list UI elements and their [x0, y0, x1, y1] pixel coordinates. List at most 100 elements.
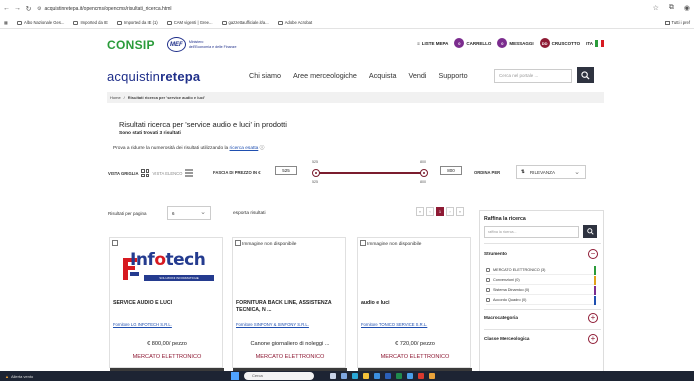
product-image[interactable]: Immagine non disponibile [235, 240, 345, 292]
dashboard-link[interactable]: DD CRUSCOTTO [539, 38, 580, 48]
address-bar[interactable]: ⚙ acquistinretepa.it/opencms/opencms/ris… [37, 6, 171, 12]
star-icon[interactable]: ☆ [653, 4, 659, 12]
refine-search-button[interactable] [583, 225, 597, 238]
grid-view-icon[interactable] [141, 169, 150, 177]
messages-link[interactable]: 0 MESSAGGI [497, 38, 534, 48]
slider-min-bottom: 525 [312, 180, 318, 184]
sort-direction-icon[interactable]: ⇅ [521, 169, 525, 175]
bookmark-item[interactable]: Adobe Acrobat [277, 20, 312, 25]
nav-aree-merceologiche[interactable]: Aree merceologiche [293, 71, 357, 80]
last-page-button[interactable]: » [456, 207, 464, 216]
breadcrumb-home[interactable]: Home [110, 95, 121, 100]
filter-sistema-dinamico[interactable]: Sistema Dinamico (0) [486, 286, 596, 295]
filter-mercato-elettronico[interactable]: MERCATO ELETTRONICO (3) [486, 266, 596, 275]
filter-accordo-quadro[interactable]: Accordo Quadro (0) [486, 296, 596, 305]
chrome-icon[interactable] [429, 373, 435, 379]
expand-icon[interactable]: + [588, 313, 598, 323]
consip-logo[interactable]: CONSIP [107, 38, 155, 52]
price-min-input[interactable]: 525 [275, 166, 297, 175]
price-max-input[interactable]: 800 [440, 166, 462, 175]
portal-search-input[interactable]: Cerca nel portale ... [494, 69, 572, 83]
liste-mepa-link[interactable]: ≡ LISTE MEPA [417, 41, 448, 46]
price-slider-min-handle[interactable] [312, 169, 320, 177]
acquistinretepa-logo[interactable]: acquistinretepa [107, 69, 200, 84]
list-view-icon[interactable] [185, 169, 194, 177]
export-results-link[interactable]: esporta risultati [233, 211, 266, 216]
per-page-select[interactable]: 6 ⌄ [167, 206, 211, 220]
product-title[interactable]: SERVICE AUDIO E LUCI [113, 300, 221, 307]
mef-logo[interactable]: MEF Ministero dell'Economia e delle Fina… [166, 37, 236, 52]
all-bookmarks[interactable]: Tutti i pref [664, 20, 690, 25]
portal-search-button[interactable] [577, 67, 594, 83]
excel-icon[interactable] [396, 373, 402, 379]
grid-view-label[interactable]: VISTA GRIGLIA [108, 171, 138, 176]
taskbar-search[interactable]: Cerca [244, 372, 314, 380]
sort-select[interactable]: ⇅ RILEVANZA ⌄ [516, 165, 586, 179]
cart-link[interactable]: 0 CARRELLO [454, 38, 491, 48]
bookmark-item[interactable]: Albo Nazionale Ges... [16, 20, 64, 25]
language-selector[interactable]: ITA [586, 39, 604, 47]
infotech-logo: Infotech SOLUZIONI INFORMATICHE [120, 248, 218, 288]
nav-acquista[interactable]: Acquista [369, 71, 397, 80]
file-explorer-icon[interactable] [363, 373, 369, 379]
outlook-icon[interactable] [407, 373, 413, 379]
bookmark-item[interactable]: gazzettaufficiale.it/a... [221, 20, 269, 25]
supplier-link[interactable]: Fornitore LG INFOTECH S.R.L. [113, 322, 172, 327]
site-info-icon[interactable]: ⚙ [37, 6, 41, 12]
product-image[interactable]: Infotech SOLUZIONI INFORMATICHE [112, 240, 222, 292]
nav-supporto[interactable]: Supporto [438, 71, 467, 80]
supplier-link[interactable]: Fornitore SINFONY & SINFONY S.R.L. [236, 322, 309, 327]
exact-search-link[interactable]: ricerca esatta [230, 146, 259, 151]
start-button[interactable] [231, 372, 239, 380]
apps-icon[interactable]: ▦ [4, 20, 8, 25]
expand-icon[interactable]: + [588, 334, 598, 344]
filter-convenzioni[interactable]: Convenzioni (0) [486, 276, 596, 285]
next-page-button[interactable]: › [446, 207, 454, 216]
messages-badge: 0 [497, 38, 508, 48]
forward-icon[interactable]: → [13, 4, 22, 13]
product-card[interactable]: Immagine non disponibile audio e luci Fo… [357, 237, 472, 373]
reload-icon[interactable]: ↻ [24, 4, 33, 13]
refine-search-input[interactable]: raffina la ricerca... [484, 226, 579, 238]
bookmark-item[interactable]: Imported da IE (1) [116, 20, 158, 25]
task-view-icon[interactable] [330, 373, 336, 379]
classe-section-title[interactable]: Classe Merceologica [484, 336, 529, 341]
url-text[interactable]: acquistinretepa.it/opencms/opencms/risul… [44, 6, 171, 12]
checkbox[interactable] [486, 298, 490, 302]
divider [484, 309, 601, 310]
checkbox[interactable] [486, 278, 490, 282]
market-label: MERCATO ELETTRONICO [380, 354, 450, 360]
info-icon[interactable]: ⓘ [260, 146, 265, 151]
weather-widget[interactable]: ▲ Allerta vento [5, 374, 33, 379]
product-card[interactable]: Immagine non disponibile FORNITURA BACK … [232, 237, 347, 373]
prev-page-button[interactable]: ‹ [426, 207, 434, 216]
acrobat-icon[interactable] [418, 373, 424, 379]
page-1-button[interactable]: 1 [436, 207, 444, 216]
product-title[interactable]: FORNITURA BACK LINE, ASSISTENZA TECNICA,… [236, 300, 344, 314]
widgets-icon[interactable] [341, 373, 347, 379]
list-view-label[interactable]: VISTA ELENCO [152, 171, 182, 176]
checkbox[interactable] [486, 288, 490, 292]
first-page-button[interactable]: « [416, 207, 424, 216]
extensions-icon[interactable]: ⧉ [669, 4, 674, 12]
price-slider-track[interactable] [316, 172, 424, 174]
nav-vendi[interactable]: Vendi [408, 71, 426, 80]
price-slider-max-handle[interactable] [420, 169, 428, 177]
back-icon[interactable]: ← [2, 4, 11, 13]
collapse-icon[interactable]: − [588, 249, 598, 259]
profile-icon[interactable]: ◉ [684, 4, 690, 12]
bookmark-item[interactable]: Imported da IE [73, 20, 108, 25]
word-icon[interactable] [385, 373, 391, 379]
checkbox[interactable] [486, 268, 490, 272]
product-image[interactable]: Immagine non disponibile [360, 240, 470, 292]
product-card[interactable]: Infotech SOLUZIONI INFORMATICHE SERVICE … [109, 237, 224, 373]
mail-icon[interactable] [374, 373, 380, 379]
nav-chi-siamo[interactable]: Chi siamo [249, 71, 281, 80]
strumento-section-title[interactable]: Strumento [484, 251, 507, 256]
breadcrumb: Home / Risultati ricerca per 'service au… [107, 92, 604, 103]
supplier-link[interactable]: Fornitore TONICO SERVICE S.R.L. [361, 322, 427, 327]
product-title[interactable]: audio e luci [361, 300, 469, 307]
bookmark-item[interactable]: CAM vigenti | Gree... [166, 20, 213, 25]
macrocategoria-section-title[interactable]: Macrocategoria [484, 315, 518, 320]
edge-icon[interactable] [352, 373, 358, 379]
